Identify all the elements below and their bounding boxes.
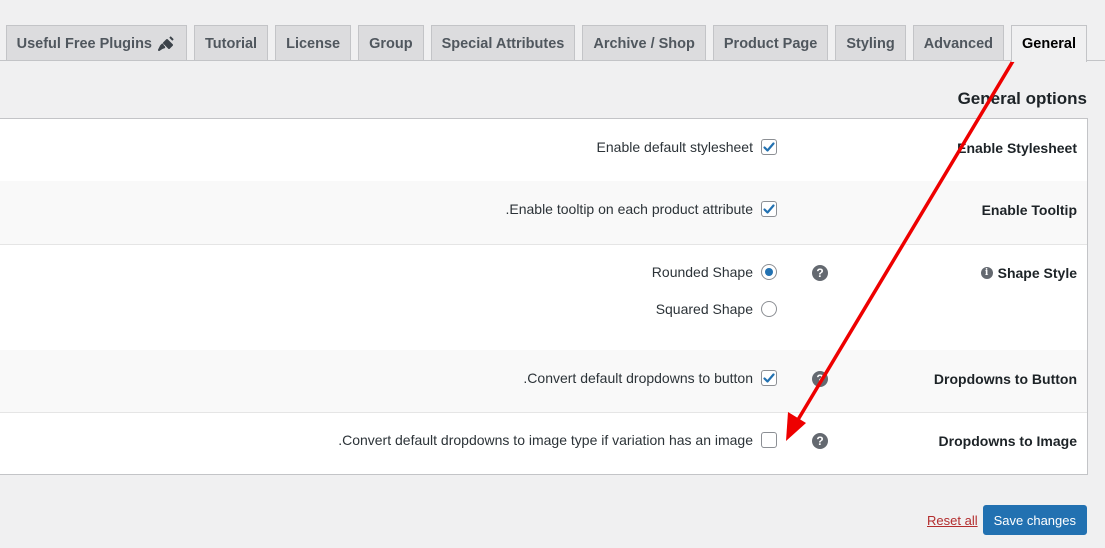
- enable-stylesheet-checkbox[interactable]: [761, 139, 777, 155]
- help-icon[interactable]: ?: [812, 371, 828, 387]
- tab-label: General: [1022, 36, 1076, 52]
- save-changes-button[interactable]: Save changes: [982, 505, 1087, 535]
- tab-special-attributes[interactable]: Special Attributes: [430, 25, 576, 61]
- tab-product-page[interactable]: Product Page: [712, 25, 829, 61]
- tab-list: Useful Free Plugins Tutorial License Gro…: [0, 25, 1087, 62]
- settings-tab-bar: Useful Free Plugins Tutorial License Gro…: [0, 0, 1105, 62]
- tab-label: Advanced: [923, 35, 993, 52]
- settings-table: Enable Stylesheet Enable default stylesh…: [0, 118, 1088, 475]
- setting-row-tooltip: Enable Tooltip .Enable tooltip on each p…: [0, 181, 1087, 245]
- tab-group[interactable]: Group: [358, 25, 424, 61]
- option-text: Enable default stylesheet: [596, 139, 753, 155]
- tab-general[interactable]: General: [1011, 25, 1087, 62]
- option-text: Rounded Shape: [651, 264, 753, 280]
- plug-icon: [158, 35, 176, 52]
- tab-label: Product Page: [723, 35, 818, 52]
- help-icon[interactable]: ?: [812, 433, 828, 449]
- info-icon: i: [980, 267, 993, 279]
- setting-label: Enable Stylesheet: [957, 140, 1077, 156]
- tab-label: Styling: [846, 35, 895, 52]
- tooltip-option[interactable]: .Enable tooltip on each product attribut…: [505, 201, 777, 217]
- setting-label: i Shape Style: [980, 265, 1077, 281]
- radio-selected-dot: [765, 268, 773, 276]
- option-text: .Convert default dropdowns to image type…: [338, 432, 753, 448]
- setting-label: Enable Tooltip: [981, 202, 1077, 218]
- setting-label: Dropdowns to Button: [933, 371, 1077, 387]
- rounded-shape-option[interactable]: Rounded Shape: [652, 264, 777, 280]
- form-actions: Reset all Save changes: [927, 505, 1087, 535]
- dropdowns-to-button-option[interactable]: .Convert default dropdowns to button: [523, 370, 777, 386]
- tab-label: Tutorial: [205, 35, 258, 52]
- rounded-shape-radio[interactable]: [761, 264, 777, 280]
- tab-label: Group: [369, 35, 413, 52]
- section-title: General options: [957, 89, 1087, 108]
- setting-label-text: Shape Style: [997, 265, 1077, 281]
- help-icon[interactable]: ?: [812, 265, 828, 281]
- tab-license[interactable]: License: [275, 25, 352, 61]
- tab-tutorial[interactable]: Tutorial: [194, 25, 269, 61]
- tab-divider: [0, 60, 1105, 61]
- tab-styling[interactable]: Styling: [835, 25, 906, 61]
- setting-row-dropdowns-to-button: Dropdowns to Button ? .Convert default d…: [0, 350, 1087, 413]
- tab-useful-free-plugins[interactable]: Useful Free Plugins: [5, 25, 187, 61]
- checkmark-icon: [763, 373, 775, 383]
- setting-row-shape-style: i Shape Style ? Rounded Shape Squared Sh…: [0, 244, 1087, 351]
- dropdowns-to-image-option[interactable]: .Convert default dropdowns to image type…: [338, 432, 777, 448]
- squared-shape-radio[interactable]: [761, 301, 777, 317]
- checkmark-icon: [763, 142, 775, 152]
- tab-label: Useful Free Plugins: [16, 35, 152, 52]
- squared-shape-option[interactable]: Squared Shape: [656, 301, 777, 317]
- tab-archive-shop[interactable]: Archive / Shop: [582, 25, 706, 61]
- enable-tooltip-checkbox[interactable]: [761, 201, 777, 217]
- setting-row-dropdowns-to-image: Dropdowns to Image ? .Convert default dr…: [0, 412, 1087, 474]
- stylesheet-option[interactable]: Enable default stylesheet: [597, 139, 777, 155]
- reset-all-link[interactable]: Reset all: [927, 513, 978, 528]
- dropdowns-to-button-checkbox[interactable]: [761, 370, 777, 386]
- option-text: .Convert default dropdowns to button: [523, 370, 753, 386]
- dropdowns-to-image-checkbox[interactable]: [761, 432, 777, 448]
- tab-advanced[interactable]: Advanced: [912, 25, 1004, 61]
- option-text: .Enable tooltip on each product attribut…: [505, 201, 753, 217]
- setting-label: Dropdowns to Image: [938, 433, 1077, 449]
- tab-label: Special Attributes: [441, 35, 565, 52]
- checkmark-icon: [763, 204, 775, 214]
- tab-label: License: [286, 35, 341, 52]
- setting-row-stylesheet: Enable Stylesheet Enable default stylesh…: [0, 119, 1087, 182]
- tab-label: Archive / Shop: [593, 35, 695, 52]
- option-text: Squared Shape: [655, 301, 753, 317]
